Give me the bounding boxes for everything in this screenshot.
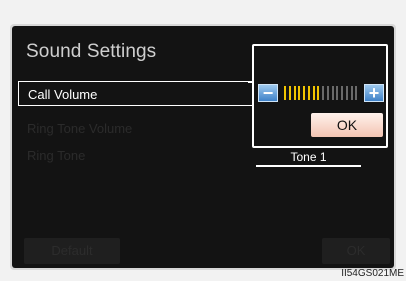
volume-tick xyxy=(317,86,320,100)
volume-tick xyxy=(336,86,339,100)
ok-button[interactable]: OK xyxy=(322,238,390,264)
volume-tick xyxy=(355,86,358,100)
volume-tick xyxy=(312,86,315,100)
ring-tone-value[interactable]: Tone 1 xyxy=(256,147,361,167)
volume-tick xyxy=(298,86,301,100)
volume-tick xyxy=(284,86,286,100)
page-title: Sound Settings xyxy=(26,41,157,62)
volume-tick xyxy=(322,86,324,100)
volume-tick xyxy=(326,86,329,100)
volume-tick xyxy=(350,86,353,100)
volume-tick xyxy=(331,86,334,100)
volume-tick xyxy=(293,86,296,100)
volume-tick xyxy=(288,86,291,100)
ring-tone-row[interactable]: Ring Tone xyxy=(18,143,252,168)
volume-tick xyxy=(307,86,310,100)
volume-tick xyxy=(341,86,343,100)
page: Sound Settings Call Volume Ring Tone Vol… xyxy=(0,0,406,281)
volume-tick xyxy=(303,86,305,100)
volume-plus-button[interactable]: + xyxy=(364,84,384,102)
ring-tone-volume-row[interactable]: Ring Tone Volume xyxy=(18,116,252,141)
volume-minus-button[interactable]: − xyxy=(258,84,278,102)
popup-ok-button[interactable]: OK xyxy=(311,113,383,137)
image-code: II54GS021ME xyxy=(341,268,404,279)
volume-tick xyxy=(345,86,348,100)
popup-connector xyxy=(248,81,254,83)
default-button[interactable]: Default xyxy=(24,238,120,264)
volume-level-bar[interactable] xyxy=(284,86,360,100)
call-volume-row[interactable]: Call Volume xyxy=(18,81,252,106)
